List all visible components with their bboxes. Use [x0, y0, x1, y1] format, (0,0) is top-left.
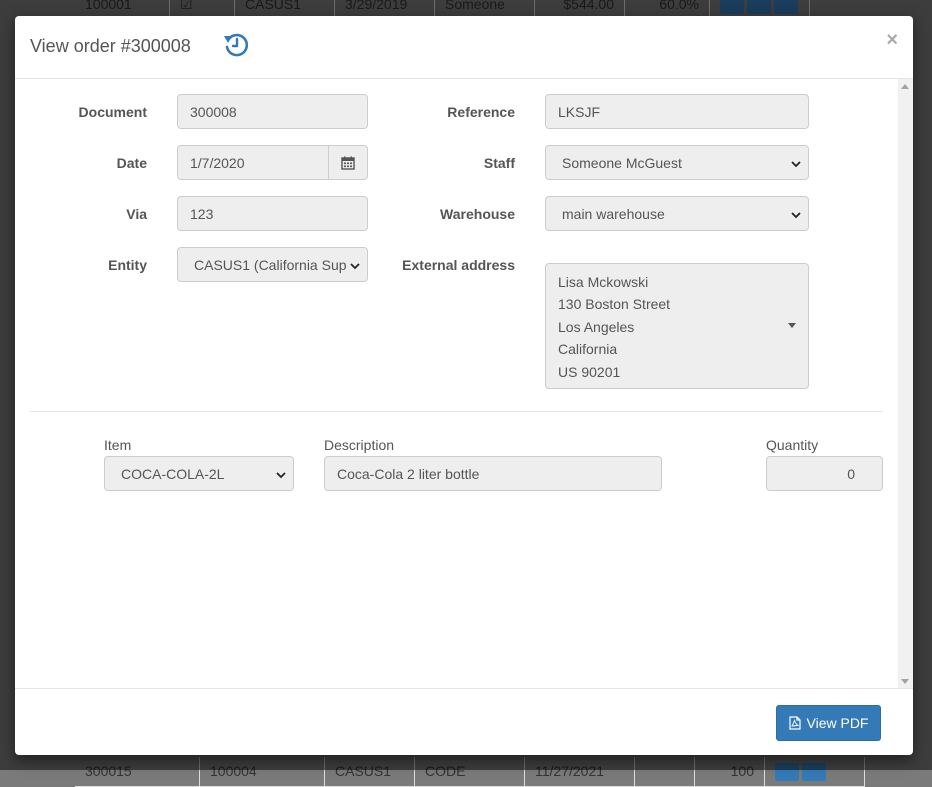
caret-down-icon	[788, 323, 796, 328]
external-address-label: External address	[402, 257, 515, 273]
address-line: 130 Boston Street	[558, 296, 671, 313]
staff-label: Staff	[483, 155, 515, 171]
view-pdf-button[interactable]: View PDF	[776, 705, 881, 741]
history-icon[interactable]	[222, 31, 250, 59]
external-address-select[interactable]: Lisa Mckowski 130 Boston Street Los Ange…	[545, 263, 809, 389]
warehouse-label: Warehouse	[440, 206, 515, 222]
quantity-field[interactable]: 0	[766, 456, 883, 491]
chevron-down-icon	[791, 161, 801, 168]
chevron-down-icon	[276, 472, 286, 479]
item-select-value: COCA-COLA-2L	[121, 465, 225, 482]
chevron-down-icon	[350, 263, 360, 270]
file-pdf-icon	[788, 716, 801, 730]
warehouse-select-value: main warehouse	[562, 205, 665, 222]
document-label: Document	[78, 104, 147, 120]
address-line: Lisa Mckowski	[558, 274, 649, 290]
section-divider	[30, 411, 883, 412]
reference-field[interactable]: LKSJF	[545, 94, 809, 129]
modal-body-scrollbar[interactable]	[898, 79, 913, 689]
warehouse-select[interactable]: main warehouse	[545, 196, 809, 231]
calendar-button[interactable]	[328, 145, 368, 180]
address-line: US 90201	[558, 363, 621, 380]
view-order-modal: View order #300008 × Document 300008 Ref…	[15, 16, 913, 755]
modal-title: View order #300008	[30, 36, 191, 56]
date-field[interactable]: 1/7/2020	[177, 145, 329, 180]
close-button[interactable]: ×	[886, 30, 898, 50]
reference-label: Reference	[447, 104, 515, 120]
staff-select[interactable]: Someone McGuest	[545, 145, 809, 180]
description-column-header: Description	[324, 437, 395, 453]
modal-footer: View PDF	[15, 688, 913, 755]
entity-select[interactable]: CASUS1 (California Sup	[177, 247, 368, 282]
date-label: Date	[116, 155, 147, 171]
address-line: Los Angeles	[558, 318, 635, 335]
scroll-up-icon[interactable]	[901, 84, 909, 89]
via-field[interactable]: 123	[177, 196, 368, 231]
staff-select-value: Someone McGuest	[562, 154, 682, 171]
quantity-column-header: Quantity	[766, 437, 819, 453]
item-select[interactable]: COCA-COLA-2L	[104, 456, 294, 491]
modal-body: Document 300008 Reference LKSJF Date 1/7…	[15, 79, 913, 689]
address-line: California	[558, 341, 618, 358]
chevron-down-icon	[791, 212, 801, 219]
entity-label: Entity	[108, 257, 147, 273]
calendar-icon	[341, 156, 355, 170]
entity-select-value: CASUS1 (California Sup	[194, 256, 347, 273]
description-field[interactable]: Coca-Cola 2 liter bottle	[324, 456, 662, 491]
scroll-down-icon[interactable]	[901, 679, 909, 684]
document-field[interactable]: 300008	[177, 94, 368, 129]
item-column-header: Item	[104, 437, 132, 453]
modal-header: View order #300008 ×	[15, 16, 913, 79]
via-label: Via	[126, 206, 147, 222]
view-pdf-label: View PDF	[806, 715, 869, 731]
